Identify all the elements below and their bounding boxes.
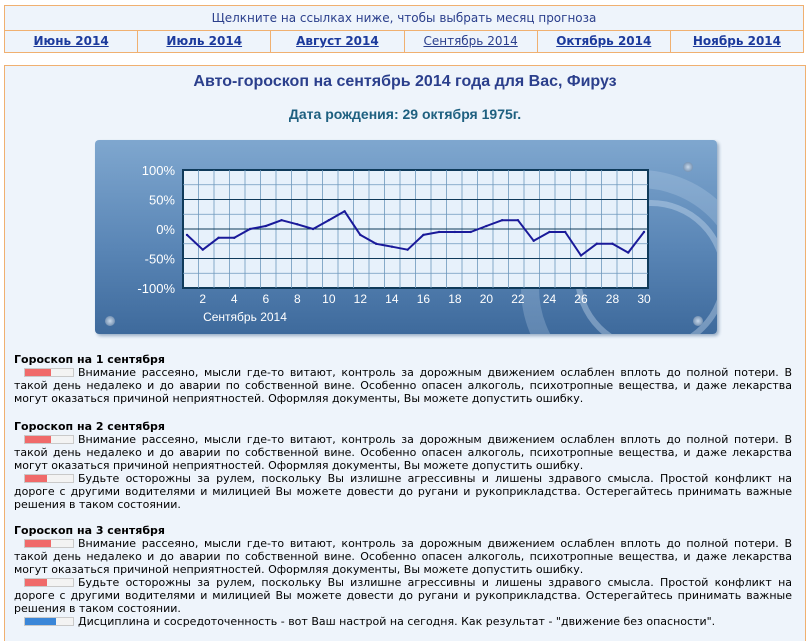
y-tick-label: 100%: [142, 163, 176, 178]
data-point: [469, 230, 472, 234]
data-point: [453, 230, 457, 234]
data-point: [217, 236, 220, 240]
month-link-august[interactable]: Август 2014: [271, 31, 405, 52]
intensity-fill: [25, 539, 52, 547]
page-title: Авто-гороскоп на сентябрь 2014 года для …: [193, 73, 617, 90]
intensity-bar: [24, 473, 74, 483]
x-tick-label: 12: [354, 292, 368, 306]
x-tick-label: 18: [448, 292, 462, 306]
horoscope-day-section: Гороскоп на 2 сентября Внимание рассеяно,…: [14, 420, 792, 511]
x-tick-label: 26: [574, 292, 588, 306]
data-point: [233, 236, 236, 240]
intensity-bar: [24, 367, 74, 377]
horoscope-panel: Авто-гороскоп на сентябрь 2014 года для …: [4, 65, 806, 641]
y-tick-label: 50%: [149, 193, 175, 208]
month-link-july[interactable]: Июль 2014: [138, 31, 272, 52]
data-point: [516, 218, 520, 222]
birth-date: Дата рождения: 29 октября 1975г.: [288, 106, 522, 122]
data-point: [564, 230, 567, 234]
data-point: [264, 224, 267, 228]
data-point: [627, 251, 630, 254]
y-tick-label: 0%: [156, 222, 175, 237]
data-point: [485, 224, 488, 228]
data-point: [406, 248, 409, 251]
forecast-paragraph: Внимание рассеяно, мысли где-то витают, …: [14, 366, 792, 405]
x-axis-label: Сентябрь 2014: [203, 310, 287, 324]
data-point: [296, 223, 299, 226]
month-link-september[interactable]: Сентябрь 2014: [405, 31, 538, 52]
x-tick-label: 24: [543, 292, 557, 306]
month-links: Июнь 2014 Июль 2014 Август 2014 Сентябрь…: [5, 31, 803, 52]
x-tick-label: 2: [199, 292, 206, 306]
forecast-text: Внимание рассеяно, мысли где-то витают, …: [14, 537, 792, 576]
intensity-bar: [24, 577, 74, 587]
section-heading: Гороскоп на 1 сентября: [14, 353, 165, 366]
section-heading: Гороскоп на 3 сентября: [14, 524, 165, 537]
forecast-paragraph: Будьте осторожны за рулем, поскольку Вы …: [14, 472, 792, 511]
data-point: [311, 227, 315, 231]
forecast-chart: 100%50%0%-50%-100%2 4 6 8 10 12 14 16 18 20 22 24 26…: [137, 163, 651, 324]
x-tick-label: 16: [417, 292, 431, 306]
data-point: [280, 218, 283, 222]
data-point: [359, 233, 362, 237]
intensity-fill: [25, 435, 52, 443]
x-tick-label: 22: [511, 292, 525, 306]
data-point: [201, 248, 204, 251]
data-point: [248, 227, 252, 231]
intensity-fill: [25, 474, 47, 482]
chart-frame: 100% 50% 0% -50% -100% 2 4 6 8 10 12 14 16 18 20 22 24 26…: [95, 140, 717, 334]
horoscope-day-section: Гороскоп на 3 сентября Внимание рассеяно,…: [14, 524, 792, 628]
y-tick-label: -50%: [145, 252, 176, 267]
data-point: [437, 230, 441, 234]
data-point: [532, 239, 535, 242]
forecast-paragraph: Внимание рассеяно, мысли где-то витают, …: [14, 433, 792, 472]
x-tick-label: 20: [480, 292, 494, 306]
intensity-bar: [24, 538, 74, 548]
forecast-text: Внимание рассеяно, мысли где-то витают, …: [14, 433, 792, 472]
month-link-november[interactable]: Ноябрь 2014: [671, 31, 803, 52]
month-nav: Щелкните на ссылках ниже, чтобы выбрать …: [4, 5, 804, 53]
x-tick-label: 4: [231, 292, 238, 306]
forecast-paragraph: Будьте осторожны за рулем, поскольку Вы …: [14, 576, 792, 615]
x-tick-label: 10: [322, 292, 336, 306]
month-link-october[interactable]: Октябрь 2014: [538, 31, 671, 52]
x-tick-label: 14: [385, 292, 399, 306]
data-point: [327, 218, 331, 222]
x-tick-label: 28: [606, 292, 620, 306]
x-tick-label: 8: [294, 292, 301, 306]
section-heading: Гороскоп на 2 сентября: [14, 420, 165, 433]
data-point: [548, 230, 551, 234]
data-point: [374, 242, 378, 245]
forecast-text: Будьте осторожны за рулем, поскольку Вы …: [14, 472, 792, 511]
horoscope-day-section: Гороскоп на 1 сентября Внимание рассеяно,…: [14, 353, 792, 405]
data-point: [422, 233, 425, 237]
data-point: [343, 210, 346, 213]
data-point: [390, 245, 394, 248]
forecast-text: Дисциплина и сосредоточенность - вот Ваш…: [78, 615, 716, 628]
forecast-text: Внимание рассеяно, мысли где-то витают, …: [14, 366, 792, 405]
intensity-bar: [24, 434, 74, 444]
forecast-paragraph: Внимание рассеяно, мысли где-то витают, …: [14, 537, 792, 576]
data-point: [185, 233, 189, 237]
data-point: [642, 230, 646, 234]
x-tick-label: 30: [637, 292, 651, 306]
x-tick-label: 6: [262, 292, 269, 306]
data-point: [611, 242, 614, 245]
y-tick-label: -100%: [137, 281, 175, 296]
intensity-fill: [25, 578, 47, 586]
forecast-paragraph: Дисциплина и сосредоточенность - вот Ваш…: [14, 615, 792, 628]
intensity-bar: [24, 616, 74, 626]
intensity-fill: [25, 617, 57, 625]
intensity-fill: [25, 368, 52, 376]
data-point: [500, 218, 504, 222]
month-link-june[interactable]: Июнь 2014: [5, 31, 139, 52]
data-point: [595, 242, 598, 245]
data-point: [579, 254, 583, 257]
forecast-text: Будьте осторожны за рулем, поскольку Вы …: [14, 576, 792, 615]
nav-title: Щелкните на ссылках ниже, чтобы выбрать …: [5, 6, 803, 31]
